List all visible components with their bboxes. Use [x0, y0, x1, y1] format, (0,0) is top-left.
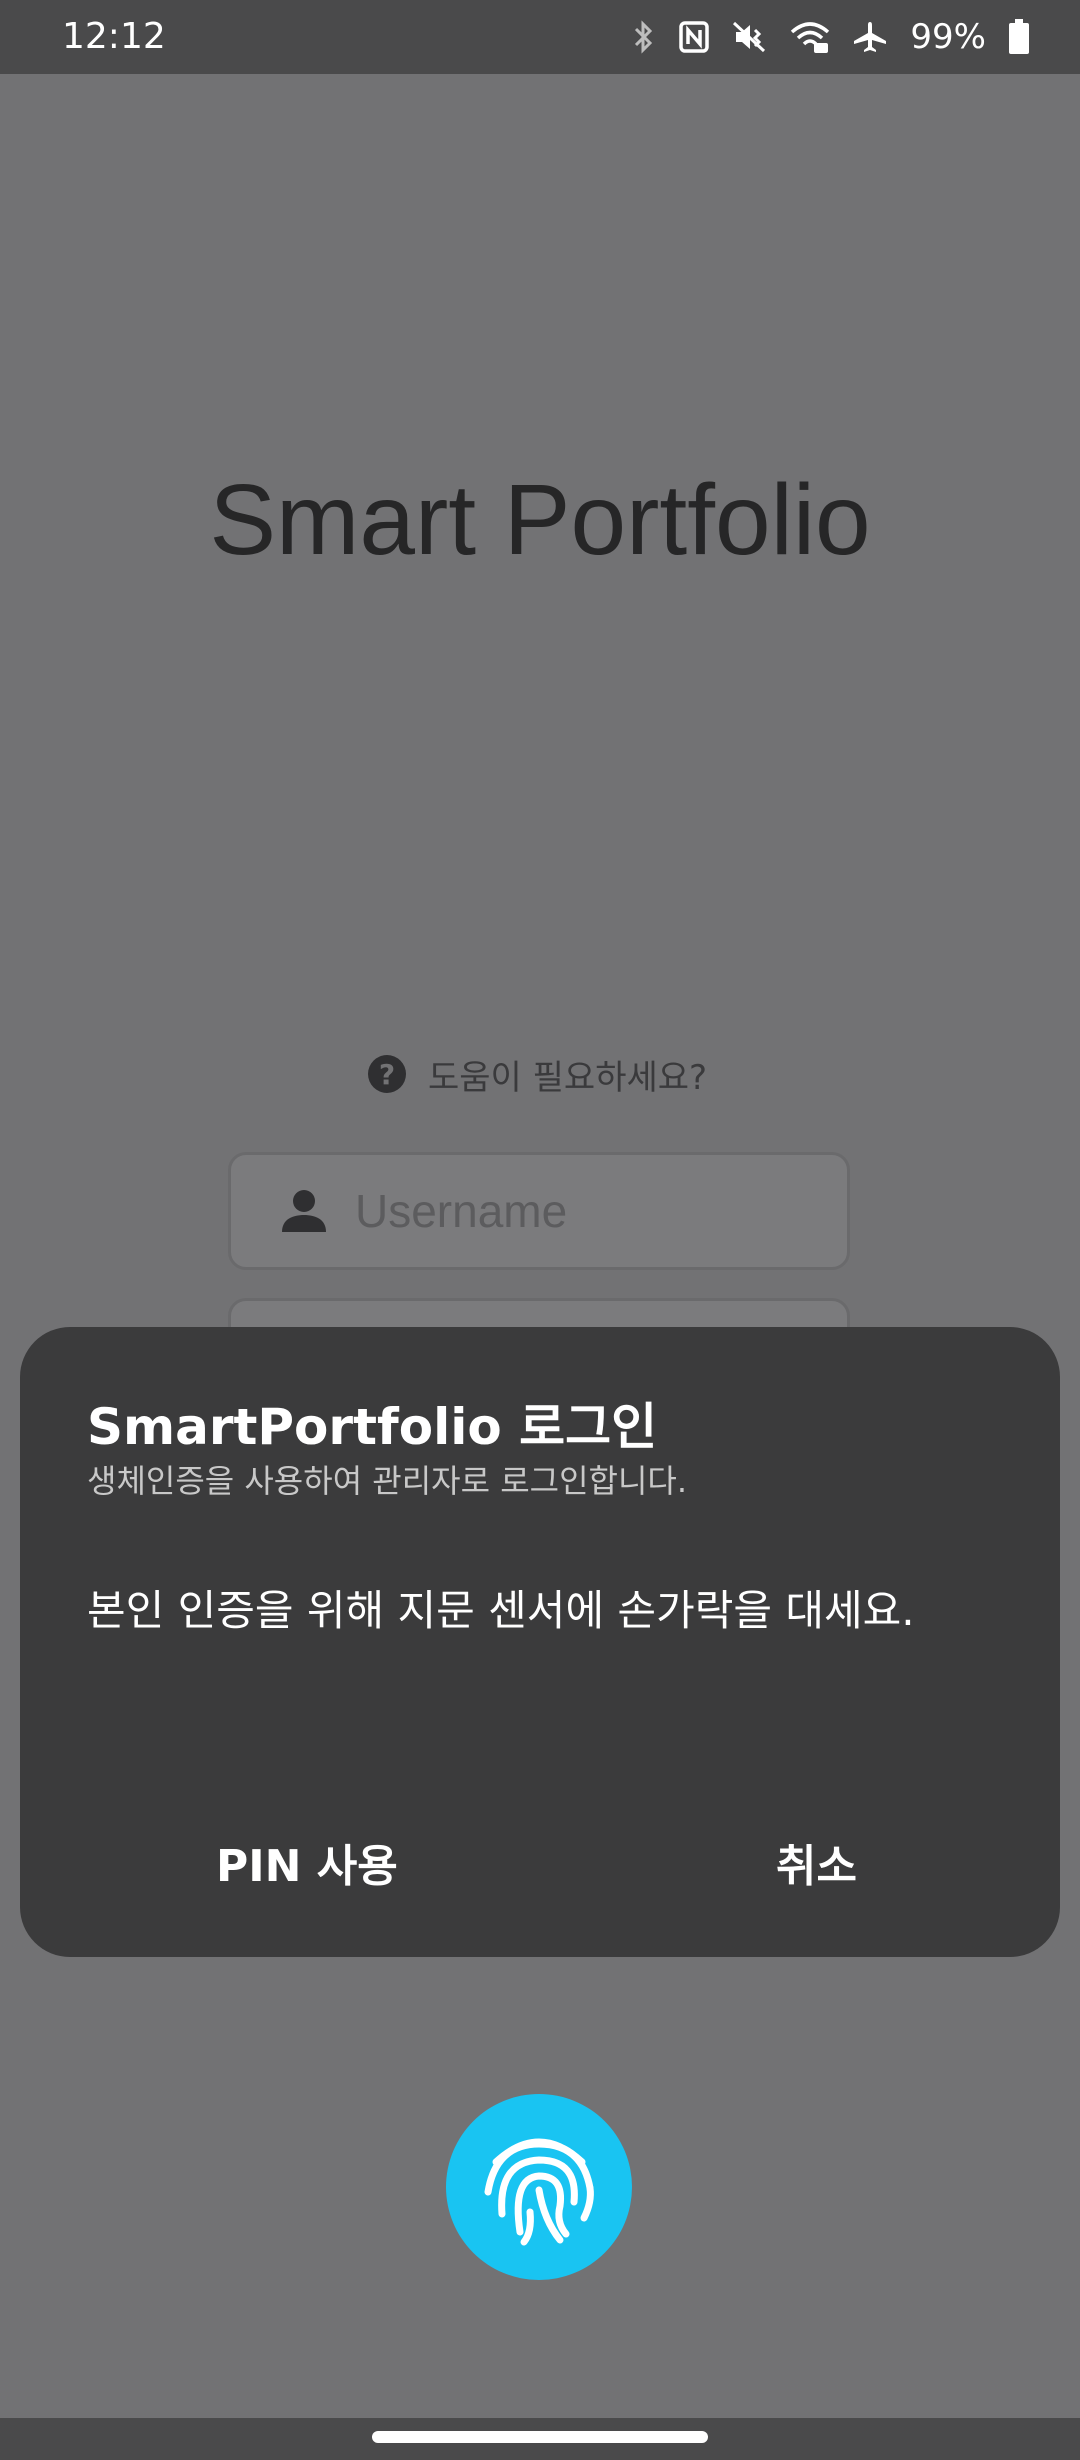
battery-percent: 99% — [910, 17, 986, 57]
help-icon: ? — [368, 1055, 406, 1093]
fingerprint-icon — [484, 2138, 594, 2246]
vibrate-icon — [733, 21, 766, 53]
dialog-message: 본인 인증을 위해 지문 센서에 손가락을 대세요. — [87, 1586, 915, 1635]
username-input[interactable] — [353, 1183, 817, 1239]
status-icons: 99% — [632, 14, 1030, 60]
help-text: 도움이 필요하세요? — [428, 1057, 708, 1098]
dialog-title: SmartPortfolio 로그인 — [87, 1398, 658, 1456]
airplane-icon — [854, 22, 887, 52]
nfc-icon — [679, 21, 710, 53]
status-time: 12:12 — [62, 16, 166, 57]
wifi-icon — [791, 22, 830, 53]
cancel-button[interactable]: 취소 — [756, 1827, 877, 1907]
battery-icon — [1009, 19, 1029, 54]
dialog-subtitle: 생체인증을 사용하여 관리자로 로그인합니다. — [87, 1462, 688, 1500]
home-handle[interactable] — [372, 2431, 708, 2443]
biometric-dialog: SmartPortfolio 로그인 생체인증을 사용하여 관리자로 로그인합니… — [20, 1327, 1060, 1957]
fingerprint-sensor[interactable] — [446, 2094, 632, 2280]
use-pin-button[interactable]: PIN 사용 — [196, 1827, 418, 1907]
app-title: Smart Portfolio — [209, 464, 871, 576]
username-field[interactable] — [228, 1152, 850, 1270]
help-link[interactable]: ? 도움이 필요하세요? — [368, 1050, 707, 1098]
bluetooth-icon — [635, 20, 653, 54]
user-icon — [282, 1190, 326, 1232]
status-bar: 12:12 99% — [0, 0, 1080, 74]
